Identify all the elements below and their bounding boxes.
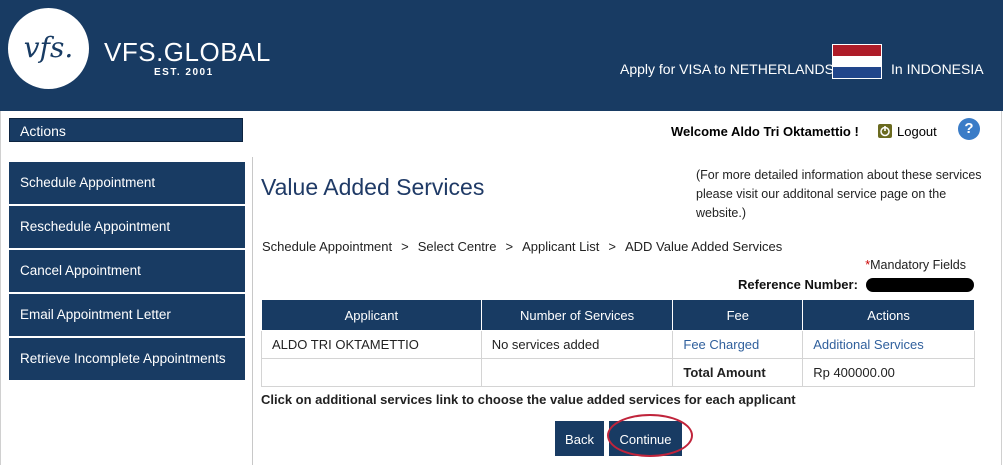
table-row: Total Amount Rp 400000.00 bbox=[261, 358, 975, 387]
apply-visa-text: Apply for VISA to NETHERLANDS bbox=[620, 61, 834, 77]
sidebar-item-email-appointment-letter[interactable]: Email Appointment Letter bbox=[9, 294, 245, 336]
empty-cell bbox=[480, 358, 674, 387]
logo-mark: vfs. bbox=[23, 31, 74, 64]
header-bar: vfs. VFS.GLOBAL EST. 2001 Apply for VISA… bbox=[0, 0, 1003, 111]
total-amount-value: Rp 400000.00 bbox=[802, 358, 975, 387]
sidebar-item-schedule-appointment[interactable]: Schedule Appointment bbox=[9, 162, 245, 204]
instruction-text: Click on additional services link to cho… bbox=[261, 392, 796, 407]
flag-stripe-white bbox=[833, 56, 881, 67]
page-title: Value Added Services bbox=[261, 174, 485, 200]
total-amount-label: Total Amount bbox=[672, 358, 804, 387]
content-divider bbox=[252, 157, 253, 465]
reference-number-redacted bbox=[866, 278, 974, 292]
breadcrumb-item: Applicant List bbox=[522, 239, 600, 254]
table-row: ALDO TRI OKTAMETTIO No services added Fe… bbox=[261, 330, 975, 359]
breadcrumb-separator: > bbox=[505, 239, 514, 254]
logo-name: VFS.GLOBAL bbox=[104, 37, 271, 67]
breadcrumb-item: Schedule Appointment bbox=[262, 239, 393, 254]
netherlands-flag-icon bbox=[832, 44, 882, 79]
frame-left-border bbox=[0, 111, 1, 465]
services-count: No services added bbox=[480, 330, 674, 359]
empty-cell bbox=[261, 358, 482, 387]
breadcrumb-item: ADD Value Added Services bbox=[624, 239, 783, 254]
logout-link[interactable]: Logout bbox=[897, 124, 937, 139]
welcome-text: Welcome Aldo Tri Oktamettio ! bbox=[671, 124, 859, 139]
reference-number-label: Reference Number: bbox=[738, 277, 858, 292]
frame-right-border bbox=[1001, 111, 1002, 465]
breadcrumb-separator: > bbox=[608, 239, 616, 254]
logo-est: EST. 2001 bbox=[154, 67, 214, 78]
breadcrumb-item: Select Centre bbox=[417, 239, 497, 254]
column-header-actions: Actions bbox=[802, 299, 975, 331]
column-header-applicant: Applicant bbox=[261, 299, 482, 331]
sidebar-item-reschedule-appointment[interactable]: Reschedule Appointment bbox=[9, 206, 245, 248]
sidebar-heading: Actions bbox=[9, 118, 243, 142]
additional-services-link[interactable]: Additional Services bbox=[802, 330, 975, 359]
sidebar-item-cancel-appointment[interactable]: Cancel Appointment bbox=[9, 250, 245, 292]
back-button[interactable]: Back bbox=[555, 421, 604, 456]
mandatory-fields-note: *Mandatory Fields bbox=[865, 258, 966, 272]
help-icon[interactable]: ? bbox=[958, 118, 980, 140]
column-header-services: Number of Services bbox=[480, 299, 674, 331]
continue-highlight-circle bbox=[607, 414, 693, 457]
breadcrumb-separator: > bbox=[401, 239, 409, 254]
fee-charged-link[interactable]: Fee Charged bbox=[672, 330, 804, 359]
table-header-row: Applicant Number of Services Fee Actions bbox=[261, 299, 975, 331]
services-table: Applicant Number of Services Fee Actions… bbox=[261, 299, 975, 387]
flag-stripe-blue bbox=[833, 67, 881, 78]
mandatory-label: Mandatory Fields bbox=[870, 258, 966, 272]
info-text: (For more detailed information about the… bbox=[696, 168, 982, 220]
flag-stripe-red bbox=[833, 45, 881, 56]
sidebar-item-retrieve-incomplete[interactable]: Retrieve Incomplete Appointments bbox=[9, 338, 245, 380]
vfs-logo[interactable]: vfs. bbox=[8, 8, 89, 89]
applicant-name: ALDO TRI OKTAMETTIO bbox=[261, 330, 482, 359]
power-icon[interactable] bbox=[878, 124, 892, 138]
column-header-fee: Fee bbox=[672, 299, 804, 331]
breadcrumb: Schedule Appointment > Select Centre > Appli… bbox=[262, 239, 782, 254]
country-text: In INDONESIA bbox=[891, 61, 984, 77]
